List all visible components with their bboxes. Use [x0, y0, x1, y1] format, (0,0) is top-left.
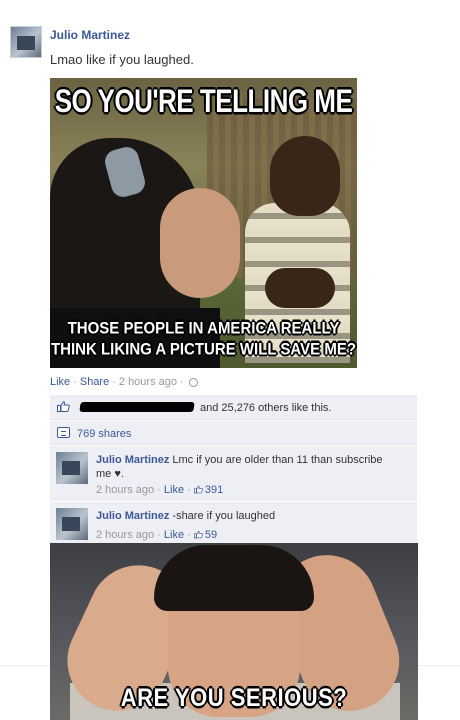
comment-like-link[interactable]: Like [164, 529, 184, 541]
comment-text: -share if you laughed [172, 510, 276, 522]
globe-icon[interactable] [188, 377, 198, 387]
post-photo[interactable]: SO YOU'RE TELLING ME THOSE PEOPLE IN AME… [50, 78, 357, 368]
comment-meta: 2 hours ago · Like · 59 [96, 529, 218, 541]
comment-photo[interactable]: ARE YOU SERIOUS? [50, 543, 418, 720]
likes-summary: and 25,276 others like this. [50, 395, 417, 420]
feedback-box: and 25,276 others like this. 769 shares … [50, 395, 417, 547]
comment-author[interactable]: Julio Martinez [96, 510, 169, 522]
thumbs-up-icon [193, 530, 203, 539]
post-timestamp[interactable]: 2 hours ago [119, 376, 177, 388]
comment-avatar[interactable] [56, 452, 88, 484]
post-author-name[interactable]: Julio Martinez [50, 28, 130, 42]
comment-avatar[interactable] [56, 508, 88, 540]
comment-item: Julio Martinez -share if you laughed 2 h… [50, 501, 417, 547]
comment-like-count[interactable]: 391 [205, 484, 223, 496]
post-actions: Like · Share · 2 hours ago · [50, 376, 198, 388]
redacted-names [79, 402, 195, 412]
comment-time[interactable]: 2 hours ago [96, 484, 154, 496]
comment-author[interactable]: Julio Martinez [96, 454, 169, 466]
author-avatar[interactable] [10, 26, 42, 58]
likes-count-text[interactable]: and 25,276 others like this. [200, 402, 331, 414]
thumbs-up-icon [57, 401, 70, 412]
meme-caption-bottom: ARE YOU SERIOUS? [120, 683, 348, 712]
comment-item: Julio Martinez Lmc if you are older than… [50, 445, 417, 501]
meme-caption-top: SO YOU'RE TELLING ME [54, 82, 353, 120]
meme-caption-bottom: THOSE PEOPLE IN AMERICA REALLY THINK LIK… [51, 319, 356, 359]
shares-summary: 769 shares [50, 420, 417, 445]
comment-meta: 2 hours ago · Like · 391 [96, 484, 224, 496]
shares-count-link[interactable]: 769 shares [77, 428, 131, 440]
share-link[interactable]: Share [80, 376, 109, 388]
comment-time[interactable]: 2 hours ago [96, 529, 154, 541]
post-message: Lmao like if you laughed. [50, 52, 194, 67]
like-link[interactable]: Like [50, 376, 70, 388]
thumbs-up-icon [193, 485, 203, 494]
comment-like-count[interactable]: 59 [205, 529, 217, 541]
share-icon [57, 427, 70, 438]
comment-like-link[interactable]: Like [164, 484, 184, 496]
